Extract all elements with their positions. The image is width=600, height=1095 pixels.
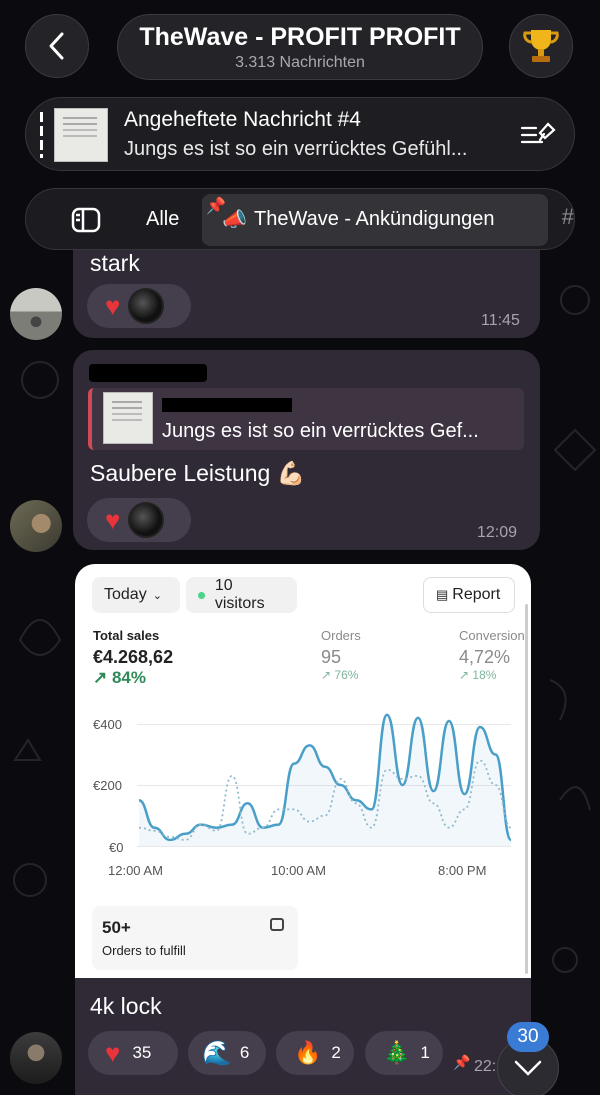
reply-sender-redacted — [162, 398, 292, 412]
reaction-wave[interactable]: 🌊 6 — [188, 1031, 266, 1075]
reaction-heart[interactable]: ♥ 35 — [88, 1031, 178, 1075]
filter-more-topics[interactable]: # — [562, 204, 574, 230]
reply-preview[interactable]: Jungs es ist so ein verrücktes Gef... — [88, 388, 524, 450]
reply-text: Jungs es ist so ein verrücktes Gef... — [162, 420, 479, 442]
pin-icon: 📌 — [453, 1054, 471, 1070]
heart-icon: ♥ — [105, 505, 121, 535]
message-text: Saubere Leistung 💪🏻 — [90, 460, 306, 486]
scroll-indicator — [525, 604, 528, 974]
filter-channel-announcements[interactable]: 📌 📣 TheWave - Ankündigungen — [202, 194, 548, 246]
chat-title: TheWave - PROFIT PROFIT — [139, 23, 461, 51]
avatar[interactable] — [10, 500, 62, 552]
reactor-avatar — [128, 288, 165, 324]
inbox-icon — [270, 918, 284, 931]
message-bubble[interactable]: 4k lock ♥ 35 🌊 6 🔥 2 🎄 1 📌 22: — [75, 978, 531, 1095]
sender-name-redacted — [89, 364, 207, 382]
unread-badge: 30 — [507, 1022, 549, 1052]
trophy-icon — [523, 30, 559, 62]
heart-icon: ♥ — [105, 1038, 121, 1068]
pinned-indicator — [40, 112, 43, 158]
reactor-avatar — [128, 502, 165, 538]
reaction-heart[interactable]: ♥ — [87, 498, 191, 542]
fulfill-card[interactable]: 50+ Orders to fulfill — [92, 906, 298, 970]
chevron-left-icon — [49, 32, 64, 60]
chevron-down-icon — [514, 1060, 542, 1076]
message-count: 3.313 Nachrichten — [235, 54, 365, 71]
wave-icon: 🌊 — [202, 1039, 232, 1067]
reaction-fire[interactable]: 🔥 2 — [276, 1031, 354, 1075]
reaction-heart[interactable]: ♥ — [87, 284, 191, 328]
pinned-thumbnail — [54, 108, 108, 162]
x-tick-label: 8:00 PM — [438, 863, 487, 878]
reaction-count: 6 — [239, 1043, 250, 1062]
christmas-tree-icon: 🎄 — [383, 1040, 411, 1065]
back-button[interactable] — [25, 14, 89, 78]
reaction-count: 35 — [132, 1043, 152, 1062]
sales-line-chart — [138, 713, 513, 846]
megaphone-icon: 📣 — [222, 209, 247, 231]
message-bubble[interactable]: Jungs es ist so ein verrücktes Gef... Sa… — [73, 350, 540, 550]
x-tick-label: 12:00 AM — [108, 863, 163, 878]
pinned-text: Jungs es ist so ein verrücktes Gefühl... — [124, 138, 468, 160]
pinned-title: Angeheftete Nachricht #4 — [124, 108, 361, 131]
message-text: 4k lock — [90, 993, 162, 1019]
message-bubble[interactable]: stark ♥ 11:45 — [73, 250, 540, 338]
topic-filter-bar: Alle 📌 📣 TheWave - Ankündigungen # — [25, 188, 575, 250]
trophy-button[interactable] — [509, 14, 573, 78]
reaction-tree[interactable]: 🎄 1 — [365, 1031, 443, 1075]
avatar[interactable] — [10, 1032, 62, 1084]
heart-icon: ♥ — [105, 291, 121, 321]
chat-header[interactable]: TheWave - PROFIT PROFIT 3.313 Nachrichte… — [117, 14, 483, 80]
fulfill-count: 50+ — [102, 918, 131, 937]
fire-icon: 🔥 — [294, 1040, 322, 1065]
fulfill-label: Orders to fulfill — [102, 943, 186, 958]
reaction-count: 2 — [331, 1043, 341, 1062]
sidebar-icon[interactable] — [71, 207, 101, 233]
reaction-count: 1 — [420, 1043, 430, 1062]
reply-thumbnail — [103, 392, 153, 444]
message-time: 12:09 — [477, 524, 518, 541]
avatar[interactable] — [10, 288, 62, 340]
x-tick-label: 10:00 AM — [271, 863, 326, 878]
message-time: 11:45 — [481, 312, 520, 329]
filter-all[interactable]: Alle — [146, 208, 179, 231]
image-attachment[interactable]: Today ⌄ 10 visitors ▤ Report Total sales… — [75, 564, 531, 978]
message-time: 22: — [474, 1058, 497, 1075]
pin-list-icon[interactable] — [520, 120, 556, 150]
message-text: stark — [90, 250, 140, 276]
filter-channel-label: TheWave - Ankündigungen — [254, 208, 495, 230]
pinned-message[interactable]: Angeheftete Nachricht #4 Jungs es ist so… — [25, 97, 575, 171]
